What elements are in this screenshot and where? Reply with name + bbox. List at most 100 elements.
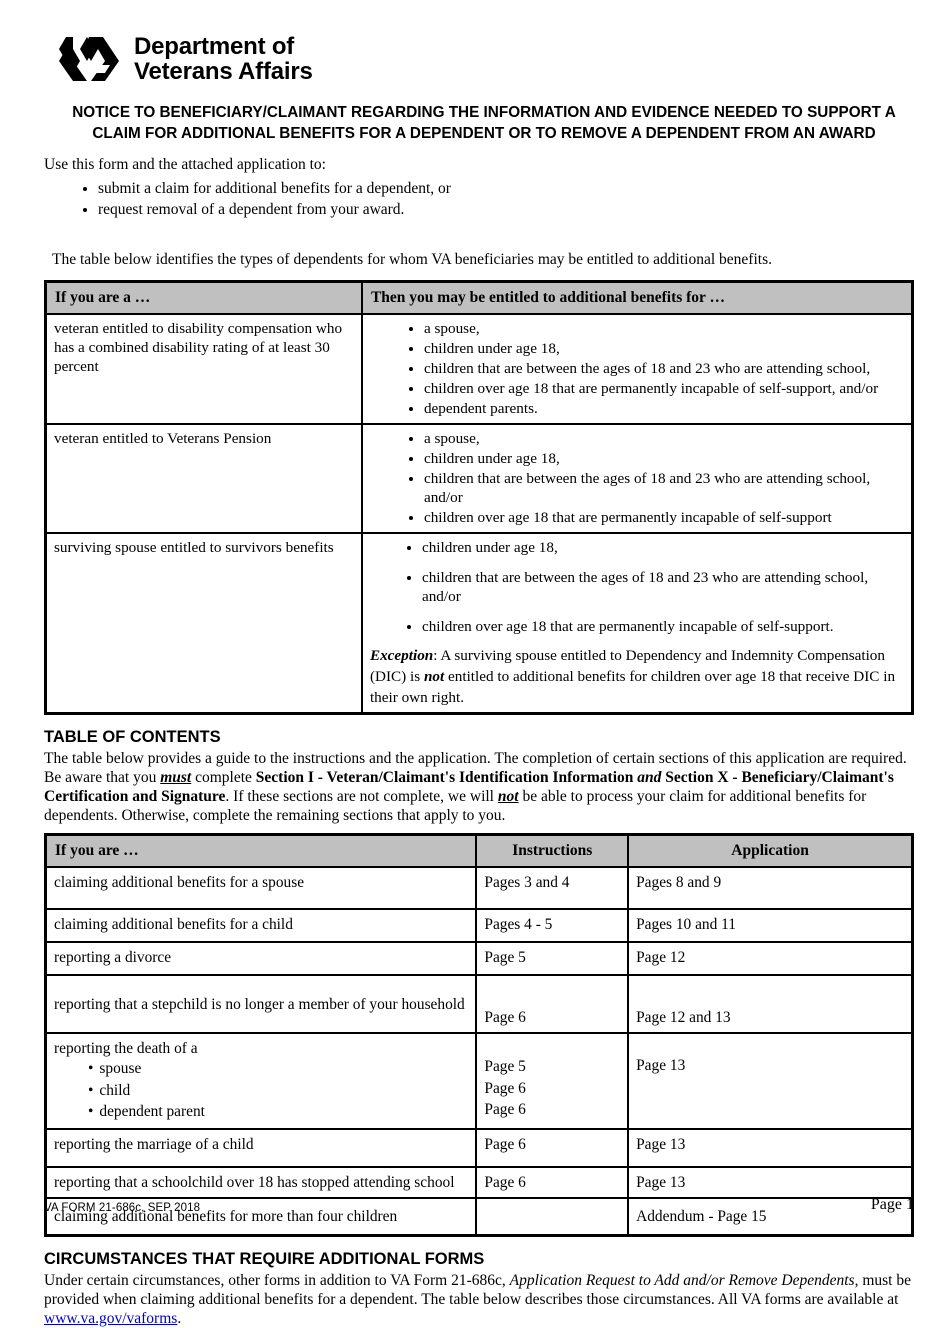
list-item: a spouse, bbox=[424, 429, 904, 448]
cell-situation: reporting that a schoolchild over 18 has… bbox=[44, 1165, 478, 1199]
cell-benefits: a spouse, children under age 18, childre… bbox=[360, 313, 914, 425]
toc-and: and bbox=[633, 769, 666, 786]
table-row: reporting the death of a spouse child de… bbox=[44, 1032, 914, 1130]
list-item: children over age 18 that are permanentl… bbox=[424, 379, 904, 398]
cell-benefits: a spouse, children under age 18, childre… bbox=[360, 423, 914, 534]
cell-application: Page 13 bbox=[627, 1165, 914, 1199]
benefit-list: a spouse, children under age 18, childre… bbox=[396, 429, 904, 527]
page-number: Page 1 bbox=[870, 1196, 914, 1213]
list-item: children that are between the ages of 18… bbox=[424, 359, 904, 378]
list-item: dependent parent bbox=[88, 1101, 468, 1123]
cell-application: Pages 10 and 11 bbox=[627, 908, 914, 943]
instructions-line: Page 5 bbox=[484, 1058, 526, 1075]
list-item: children that are between the ages of 18… bbox=[422, 568, 904, 606]
list-item: submit a claim for additional benefits f… bbox=[98, 178, 914, 199]
cell-situation: reporting a divorce bbox=[44, 941, 478, 976]
table-row: claiming additional benefits for a spous… bbox=[44, 866, 914, 910]
list-item: a spouse, bbox=[424, 319, 904, 338]
toc-emphasis-not: not bbox=[497, 788, 519, 805]
cell-application: Page 13 bbox=[627, 1127, 914, 1168]
table-row: reporting a divorce Page 5 Page 12 bbox=[44, 941, 914, 976]
va-wordmark-line1: Department of bbox=[134, 33, 295, 60]
cell-application: Page 12 bbox=[627, 941, 914, 976]
cell-who: surviving spouse entitled to survivors b… bbox=[44, 532, 363, 715]
toc-text-c: . If these sections are not complete, we… bbox=[225, 788, 498, 805]
va-wordmark: Department of Veterans Affairs bbox=[134, 34, 313, 84]
intro-lead: Use this form and the attached applicati… bbox=[44, 156, 326, 173]
toc-text-b: complete bbox=[191, 769, 256, 786]
cell-instructions: Page 5 bbox=[475, 941, 630, 976]
table-of-contents-heading: TABLE OF CONTENTS bbox=[44, 728, 221, 746]
va-wordmark-line2: Veterans Affairs bbox=[134, 58, 313, 85]
list-item: child bbox=[88, 1080, 468, 1102]
circumstances-text-c: . bbox=[177, 1310, 182, 1327]
column-header-entitled-benefits: Then you may be entitled to additional b… bbox=[360, 280, 914, 315]
cell-instructions: Page 5 Page 6 Page 6 bbox=[475, 1032, 630, 1130]
table-header-row: If you are a … Then you may be entitled … bbox=[44, 280, 914, 315]
column-header-if-you-are: If you are … bbox=[44, 833, 478, 868]
cell-application: Page 12 and 13 bbox=[627, 974, 914, 1034]
table-row: reporting that a stepchild is no longer … bbox=[44, 974, 914, 1034]
list-item: children over age 18 that are permanentl… bbox=[422, 617, 904, 636]
table-row: veteran entitled to Veterans Pension a s… bbox=[44, 423, 914, 534]
cell-benefits: children under age 18, children that are… bbox=[360, 532, 914, 715]
exception-label: Exception bbox=[369, 647, 434, 664]
contents-guide-table: If you are … Instructions Application cl… bbox=[44, 833, 914, 1237]
table-header-row: If you are … Instructions Application bbox=[44, 833, 914, 868]
circumstances-text-a: Under certain circumstances, other forms… bbox=[44, 1272, 510, 1289]
table-of-contents-paragraph: The table below provides a guide to the … bbox=[44, 749, 914, 825]
benefit-list: a spouse, children under age 18, childre… bbox=[396, 319, 904, 418]
cell-situation: reporting that a stepchild is no longer … bbox=[44, 974, 478, 1034]
instructions-line: Page 6 bbox=[484, 1079, 526, 1097]
dependent-types-table: If you are a … Then you may be entitled … bbox=[44, 280, 914, 715]
cell-instructions: Pages 4 - 5 bbox=[475, 908, 630, 943]
list-item: dependent parents. bbox=[424, 399, 904, 418]
circumstances-heading: CIRCUMSTANCES THAT REQUIRE ADDITIONAL FO… bbox=[44, 1250, 485, 1268]
cell-situation: reporting the death of a spouse child de… bbox=[44, 1032, 478, 1130]
list-item: spouse bbox=[88, 1058, 468, 1080]
table-row: reporting the marriage of a child Page 6… bbox=[44, 1127, 914, 1168]
document-page: Department of Veterans Affairs NOTICE TO… bbox=[0, 0, 950, 1327]
exception-text-2: entitled to additional benefits for chil… bbox=[369, 668, 896, 706]
va-branding: Department of Veterans Affairs bbox=[58, 30, 914, 88]
exception-note: Exception: A surviving spouse entitled t… bbox=[370, 645, 904, 708]
cell-instructions: Pages 3 and 4 bbox=[475, 866, 630, 910]
table-row: claiming additional benefits for a child… bbox=[44, 908, 914, 943]
intro-note: The table below identifies the types of … bbox=[52, 251, 772, 268]
cell-situation: reporting the marriage of a child bbox=[44, 1127, 478, 1168]
toc-emphasis-must: must bbox=[160, 769, 192, 786]
toc-section-1: Section I - Veteran/Claimant's Identific… bbox=[255, 769, 634, 786]
instructions-line: Page 6 bbox=[484, 1101, 526, 1118]
column-header-application: Application bbox=[627, 833, 914, 868]
vaforms-link[interactable]: www.va.gov/vaforms bbox=[44, 1310, 177, 1327]
table-row: veteran entitled to disability compensat… bbox=[44, 313, 914, 425]
cell-instructions: Page 6 bbox=[475, 974, 630, 1034]
form-identifier: VA FORM 21-686c, SEP 2018 bbox=[44, 1202, 201, 1214]
cell-situation-label: reporting the death of a bbox=[54, 1040, 198, 1057]
column-header-instructions: Instructions bbox=[475, 833, 630, 868]
intro-bullet-list: submit a claim for additional benefits f… bbox=[44, 178, 914, 220]
cell-application: Pages 8 and 9 bbox=[627, 866, 914, 910]
list-item: children that are between the ages of 18… bbox=[424, 469, 904, 507]
list-item: children under age 18, bbox=[424, 449, 904, 468]
list-item: children over age 18 that are permanentl… bbox=[424, 508, 904, 527]
list-item: request removal of a dependent from your… bbox=[98, 199, 914, 220]
table-row: reporting that a schoolchild over 18 has… bbox=[44, 1165, 914, 1199]
circumstances-paragraph: Under certain circumstances, other forms… bbox=[44, 1271, 914, 1328]
sub-list: spouse child dependent parent bbox=[54, 1058, 468, 1123]
cell-situation: claiming additional benefits for a spous… bbox=[44, 866, 478, 910]
cell-who: veteran entitled to Veterans Pension bbox=[44, 423, 363, 534]
va-seal-icon bbox=[58, 34, 120, 84]
form-title-italic: Application Request to Add and/or Remove… bbox=[509, 1272, 855, 1289]
benefit-list: children under age 18, children that are… bbox=[394, 538, 904, 636]
cell-instructions: Page 6 bbox=[475, 1127, 630, 1168]
page-title: NOTICE TO BENEFICIARY/CLAIMANT REGARDING… bbox=[72, 104, 896, 142]
table-row: surviving spouse entitled to survivors b… bbox=[44, 532, 914, 715]
list-item: children under age 18, bbox=[424, 339, 904, 358]
cell-situation: claiming additional benefits for a child bbox=[44, 908, 478, 943]
cell-instructions: Page 6 bbox=[475, 1165, 630, 1199]
cell-who: veteran entitled to disability compensat… bbox=[44, 313, 363, 425]
page-footer: VA FORM 21-686c, SEP 2018 Page 1 bbox=[44, 1196, 914, 1214]
cell-application: Page 13 bbox=[627, 1032, 914, 1130]
exception-emphasis: not bbox=[423, 668, 445, 685]
